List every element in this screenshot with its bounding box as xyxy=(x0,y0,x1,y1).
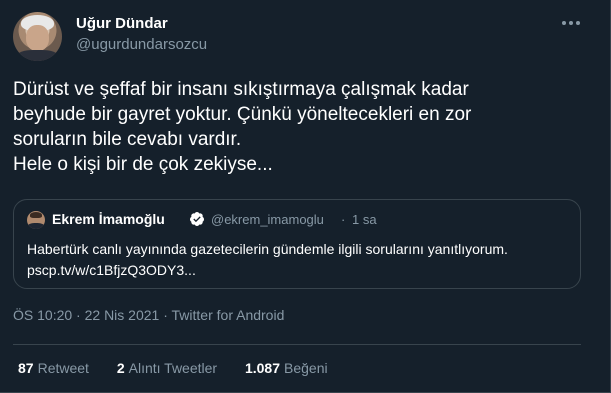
quoted-author-handle: @ekrem_imamoglu xyxy=(211,212,324,227)
quoted-timestamp: 1 sa xyxy=(352,212,377,227)
avatar-shirt xyxy=(17,50,58,61)
quoted-separator: · xyxy=(341,212,346,227)
quotes-label: Alıntı Tweetler xyxy=(128,360,218,376)
avatar-face xyxy=(26,25,49,51)
tweet-date[interactable]: 22 Nis 2021 xyxy=(85,307,160,323)
likes-stat[interactable]: 1.087 Beğeni xyxy=(245,360,328,376)
quoted-avatar-hair xyxy=(30,212,42,218)
author-avatar[interactable] xyxy=(13,12,62,61)
quoted-author-avatar xyxy=(27,211,45,229)
tweet-text: Dürüst ve şeffaf bir insanı sıkıştırmaya… xyxy=(13,77,573,177)
likes-count: 1.087 xyxy=(244,360,281,376)
retweets-label: Retweet xyxy=(37,360,89,376)
tweet-text-line: Dürüst ve şeffaf bir insanı sıkıştırmaya… xyxy=(13,79,469,100)
more-options-icon[interactable] xyxy=(560,12,582,34)
retweets-count: 87 xyxy=(18,360,34,376)
tweet-card: Uğur Dündar @ugurdundarsozcu Dürüst ve ş… xyxy=(0,0,611,393)
tweet-stats: 87 Retweet 2 Alıntı Tweetler 1.087 Beğeni xyxy=(18,360,352,376)
tweet-text-line: Hele o kişi bir de çok zekiyse... xyxy=(13,154,273,175)
retweets-stat[interactable]: 87 Retweet xyxy=(18,360,89,376)
quoted-avatar-body xyxy=(28,223,44,229)
quoted-author-name: Ekrem İmamoğlu xyxy=(52,211,165,227)
quoted-tweet-text: Habertürk canlı yayınında gazetecilerin … xyxy=(27,241,508,257)
tweet-meta: ÖS 10:20 · 22 Nis 2021 · Twitter for And… xyxy=(13,307,284,323)
tweet-source[interactable]: Twitter for Android xyxy=(172,307,285,323)
quoted-tweet[interactable]: Ekrem İmamoğlu @ekrem_imamoglu · 1 sa Ha… xyxy=(13,199,581,289)
quotes-stat[interactable]: 2 Alıntı Tweetler xyxy=(117,360,217,376)
quotes-count: 2 xyxy=(116,360,125,376)
likes-label: Beğeni xyxy=(284,360,328,376)
divider xyxy=(13,344,581,345)
quoted-tweet-link[interactable]: pscp.tv/w/c1BfjzQ3ODY3... xyxy=(27,260,196,280)
meta-separator: · xyxy=(72,307,85,323)
author-handle[interactable]: @ugurdundarsozcu xyxy=(76,36,207,53)
author-display-name[interactable]: Uğur Dündar xyxy=(76,15,168,32)
tweet-text-line: beyhude bir gayret yoktur. Çünkü yönelte… xyxy=(13,104,472,125)
verified-badge-icon xyxy=(189,212,204,226)
meta-separator: · xyxy=(159,307,172,323)
tweet-time[interactable]: ÖS 10:20 xyxy=(13,307,72,323)
tweet-text-line: soruların bile cevabı vardır. xyxy=(13,129,242,150)
